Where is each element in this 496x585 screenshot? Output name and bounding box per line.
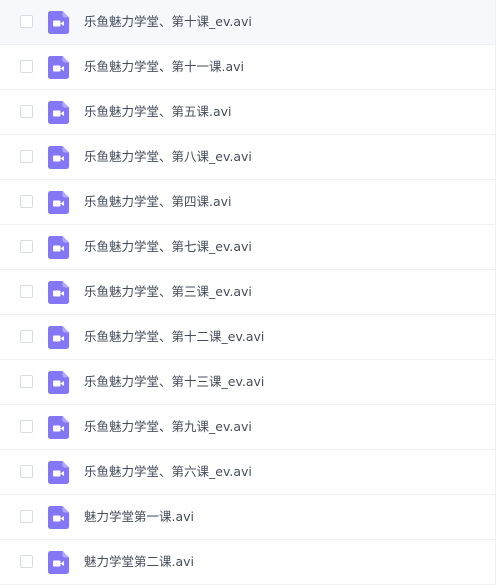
row-checkbox[interactable] (20, 555, 33, 568)
file-row[interactable]: 乐鱼魅力学堂、第八课_ev.avi (0, 135, 495, 180)
row-checkbox[interactable] (20, 330, 33, 343)
video-file-icon (48, 101, 69, 124)
video-file-icon (48, 146, 69, 169)
file-name[interactable]: 乐鱼魅力学堂、第八课_ev.avi (84, 147, 252, 167)
row-checkbox[interactable] (20, 60, 33, 73)
file-row[interactable]: 乐鱼魅力学堂、第十三课_ev.avi (0, 360, 495, 405)
file-name[interactable]: 魅力学堂第一课.avi (84, 507, 194, 527)
row-checkbox[interactable] (20, 420, 33, 433)
file-name[interactable]: 乐鱼魅力学堂、第三课_ev.avi (84, 282, 252, 302)
video-file-icon (48, 371, 69, 394)
file-row[interactable]: 乐鱼魅力学堂、第三课_ev.avi (0, 270, 495, 315)
file-name[interactable]: 乐鱼魅力学堂、第九课_ev.avi (84, 417, 252, 437)
video-file-icon (48, 56, 69, 79)
video-file-icon (48, 326, 69, 349)
row-checkbox[interactable] (20, 465, 33, 478)
file-row[interactable]: 乐鱼魅力学堂、第十一课.avi (0, 45, 495, 90)
file-name[interactable]: 乐鱼魅力学堂、第十二课_ev.avi (84, 327, 264, 347)
video-file-icon (48, 506, 69, 529)
video-file-icon (48, 551, 69, 574)
video-file-icon (48, 11, 69, 34)
file-list: 乐鱼魅力学堂、第十课_ev.avi 乐鱼魅力学堂、第十一课.avi 乐鱼魅力学堂… (0, 0, 496, 585)
file-row[interactable]: 乐鱼魅力学堂、第四课.avi (0, 180, 495, 225)
file-name[interactable]: 乐鱼魅力学堂、第十课_ev.avi (84, 12, 252, 32)
file-name[interactable]: 乐鱼魅力学堂、第十一课.avi (84, 57, 244, 77)
row-checkbox[interactable] (20, 195, 33, 208)
video-file-icon (48, 281, 69, 304)
file-name[interactable]: 魅力学堂第二课.avi (84, 552, 194, 572)
file-row[interactable]: 魅力学堂第一课.avi (0, 495, 495, 540)
file-row[interactable]: 乐鱼魅力学堂、第十课_ev.avi (0, 0, 495, 45)
file-row[interactable]: 乐鱼魅力学堂、第五课.avi (0, 90, 495, 135)
file-name[interactable]: 乐鱼魅力学堂、第七课_ev.avi (84, 237, 252, 257)
video-file-icon (48, 461, 69, 484)
file-row[interactable]: 乐鱼魅力学堂、第九课_ev.avi (0, 405, 495, 450)
file-name[interactable]: 乐鱼魅力学堂、第十三课_ev.avi (84, 372, 264, 392)
row-checkbox[interactable] (20, 240, 33, 253)
file-name[interactable]: 乐鱼魅力学堂、第四课.avi (84, 192, 232, 212)
row-checkbox[interactable] (20, 285, 33, 298)
video-file-icon (48, 236, 69, 259)
file-row[interactable]: 乐鱼魅力学堂、第七课_ev.avi (0, 225, 495, 270)
file-row[interactable]: 魅力学堂第二课.avi (0, 540, 495, 585)
file-row[interactable]: 乐鱼魅力学堂、第十二课_ev.avi (0, 315, 495, 360)
file-name[interactable]: 乐鱼魅力学堂、第六课_ev.avi (84, 462, 252, 482)
row-checkbox[interactable] (20, 15, 33, 28)
row-checkbox[interactable] (20, 510, 33, 523)
row-checkbox[interactable] (20, 105, 33, 118)
row-checkbox[interactable] (20, 375, 33, 388)
video-file-icon (48, 416, 69, 439)
file-row[interactable]: 乐鱼魅力学堂、第六课_ev.avi (0, 450, 495, 495)
row-checkbox[interactable] (20, 150, 33, 163)
video-file-icon (48, 191, 69, 214)
file-name[interactable]: 乐鱼魅力学堂、第五课.avi (84, 102, 232, 122)
